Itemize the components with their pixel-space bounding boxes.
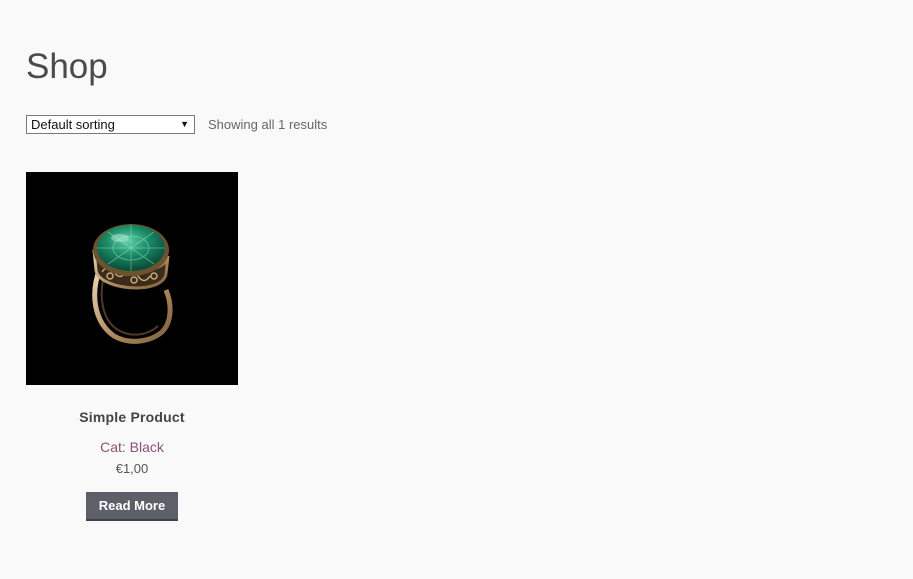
page-title: Shop xyxy=(26,47,108,86)
product-image-link[interactable] xyxy=(26,172,238,385)
read-more-button[interactable]: Read More xyxy=(86,492,178,521)
sort-select[interactable]: Default sorting ▼ xyxy=(26,114,195,134)
sort-select-value: Default sorting xyxy=(31,116,115,132)
result-count: Showing all 1 results xyxy=(208,116,328,132)
product-price: €1,00 xyxy=(115,461,149,476)
shop-toolbar: Default sorting ▼ Showing all 1 results xyxy=(26,114,327,134)
ring-image xyxy=(92,224,173,344)
product-card: Simple Product Cat: Black €1,00 Read Mor… xyxy=(26,172,238,521)
product-title[interactable]: Simple Product xyxy=(26,409,238,425)
chevron-down-icon: ▼ xyxy=(180,118,189,129)
product-category-link[interactable]: Cat: Black xyxy=(26,439,238,455)
shop-page: Shop Default sorting ▼ Showing all 1 res… xyxy=(26,0,913,579)
